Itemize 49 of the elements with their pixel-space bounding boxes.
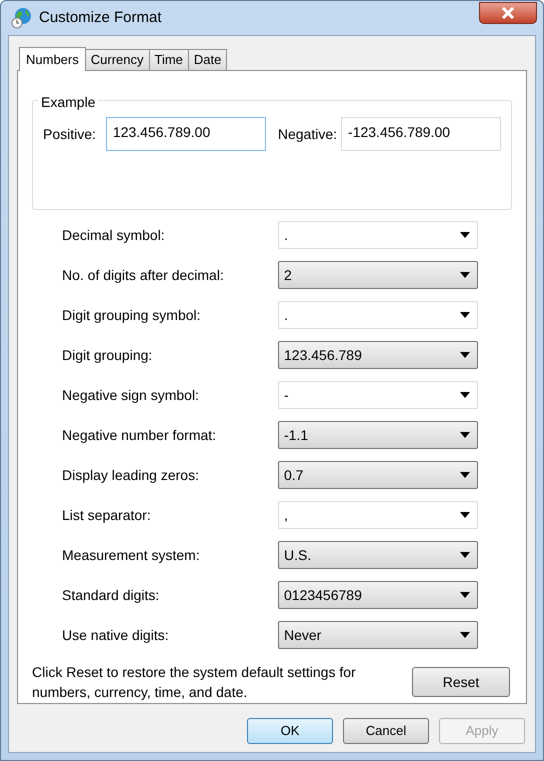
setting-label: Standard digits: — [61, 586, 160, 605]
tab[interactable]: Date — [188, 49, 228, 70]
dropdown-field[interactable]: - — [278, 381, 478, 409]
setting-label: Use native digits: — [61, 626, 170, 645]
setting-label: Decimal symbol: — [61, 226, 166, 245]
tab[interactable]: Time — [148, 49, 189, 70]
dropdown-arrow-icon — [460, 272, 470, 278]
positive-example-field[interactable]: 123.456.789.00 — [106, 117, 266, 151]
dropdown-field[interactable]: . — [278, 221, 478, 249]
dropdown-arrow-icon — [460, 512, 470, 518]
window-title: Customize Format — [39, 8, 162, 28]
dropdown-arrow-icon — [460, 632, 470, 638]
dropdown-field[interactable]: , — [278, 501, 478, 529]
dropdown-field[interactable]: -1.1 — [278, 421, 478, 449]
dropdown-field[interactable]: U.S. — [278, 541, 478, 569]
dropdown-field[interactable]: 0.7 — [278, 461, 478, 489]
field-label: Positive: — [43, 124, 96, 144]
dropdown-arrow-icon — [460, 352, 470, 358]
dropdown-arrow-icon — [460, 552, 470, 558]
dialog-button[interactable]: Cancel — [343, 718, 429, 744]
setting-label: No. of digits after decimal: — [61, 266, 225, 285]
dropdown-field[interactable]: . — [278, 301, 478, 329]
dropdown-field[interactable]: 0123456789 — [278, 581, 478, 609]
dropdown-field[interactable]: 123.456.789 — [278, 341, 478, 369]
field-label: Negative: — [278, 124, 338, 144]
globe-clock-icon — [11, 7, 33, 29]
dropdown-arrow-icon — [460, 432, 470, 438]
dropdown-field[interactable]: Never — [278, 621, 478, 649]
dialog-button[interactable]: OK — [247, 718, 333, 744]
dropdown-arrow-icon — [460, 312, 470, 318]
setting-label: Measurement system: — [61, 546, 201, 565]
dropdown-arrow-icon — [460, 592, 470, 598]
dropdown-arrow-icon — [460, 472, 470, 478]
tab[interactable]: Numbers — [19, 47, 86, 71]
setting-label: List separator: — [61, 506, 152, 525]
dropdown-arrow-icon — [460, 232, 470, 238]
setting-label: Digit grouping symbol: — [61, 306, 202, 325]
close-button[interactable] — [479, 2, 537, 24]
dropdown-arrow-icon — [460, 392, 470, 398]
tab[interactable]: Currency — [84, 49, 150, 70]
setting-label: Negative sign symbol: — [61, 386, 200, 405]
setting-label: Digit grouping: — [61, 346, 154, 365]
setting-label: Negative number format: — [61, 426, 218, 445]
dropdown-field[interactable]: 2 — [278, 261, 478, 289]
reset-note: Click Reset to restore the system default settings for numbers, currency, time, and date. — [32, 663, 357, 702]
reset-button[interactable]: Reset — [412, 667, 510, 697]
close-icon — [501, 7, 515, 19]
negative-example-field[interactable]: -123.456.789.00 — [341, 117, 501, 151]
setting-label: Display leading zeros: — [61, 466, 200, 485]
